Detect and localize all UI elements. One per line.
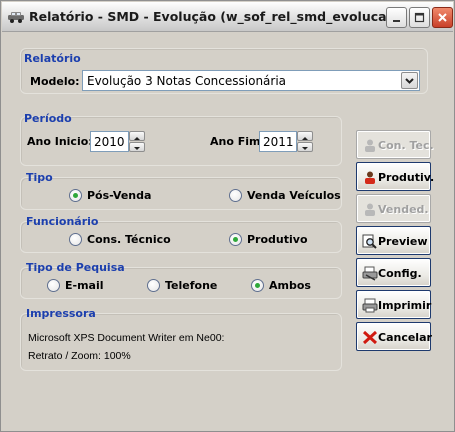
red-x-icon: [362, 330, 378, 345]
ano-fim-value: 2011: [263, 135, 294, 149]
printer-config-icon: [362, 266, 378, 281]
cancelar-button[interactable]: Cancelar: [356, 322, 432, 351]
vended-label: Vended.: [378, 203, 429, 216]
radio-label: E-mail: [65, 279, 104, 292]
arrow-down-icon: [302, 147, 308, 150]
magnifier-icon: [362, 234, 377, 249]
radio-selected-indicator: [229, 233, 242, 246]
produtiv-label: Produtiv.: [378, 171, 435, 184]
title-bar[interactable]: Relatório - SMD - Evolução (w_sof_rel_sm…: [2, 2, 453, 32]
person-icon: [365, 139, 375, 152]
modelo-label: Modelo:: [30, 75, 80, 88]
ano-fim-field[interactable]: 2011: [259, 131, 297, 152]
relatorio-group-title: Relatório: [24, 52, 81, 65]
radio-indicator: [47, 279, 60, 292]
minimize-icon: [393, 20, 400, 22]
window-title: Relatório - SMD - Evolução (w_sof_rel_sm…: [29, 9, 401, 24]
imprimir-label: Imprimir: [378, 299, 432, 312]
produtiv-button[interactable]: Produtiv.: [356, 162, 435, 191]
printer-icon: [362, 298, 378, 313]
ano-inicio-label: Ano Inicio:: [27, 135, 93, 148]
radio-indicator: [147, 279, 160, 292]
minimize-button[interactable]: [386, 7, 407, 28]
preview-label: Preview: [378, 235, 428, 248]
ano-fim-spinner[interactable]: [297, 131, 313, 152]
car-icon: [8, 12, 24, 23]
spin-down-button[interactable]: [129, 142, 145, 152]
periodo-group-title: Período: [24, 112, 72, 125]
ano-inicio-spinner[interactable]: [129, 131, 145, 152]
dropdown-button[interactable]: [401, 72, 418, 89]
preview-button[interactable]: Preview: [356, 226, 431, 255]
con-tec-button[interactable]: Con. Tec.: [356, 130, 434, 159]
config-button[interactable]: Config.: [356, 258, 431, 287]
radio-label: Produtivo: [247, 233, 308, 246]
close-button[interactable]: [432, 7, 453, 28]
con-tec-label: Con. Tec.: [378, 139, 434, 152]
arrow-up-icon: [134, 137, 140, 140]
vended-button[interactable]: Vended.: [356, 194, 431, 223]
chevron-down-icon: [405, 78, 414, 84]
spin-up-button[interactable]: [297, 131, 313, 141]
arrow-up-icon: [302, 137, 308, 140]
person-red-icon: [365, 171, 375, 184]
ano-inicio-field[interactable]: 2010: [90, 131, 129, 152]
ano-fim-label: Ano Fim:: [210, 135, 265, 148]
radio-indicator: [229, 189, 242, 202]
tipo-pesquisa-group-title: Tipo de Pequisa: [26, 261, 125, 274]
person-icon: [365, 203, 375, 216]
radio-label: Pós-Venda: [87, 189, 152, 202]
modelo-combobox[interactable]: Evolução 3 Notas Concessionária: [82, 70, 420, 91]
maximize-button[interactable]: [409, 7, 430, 28]
funcionario-group-title: Funcionário: [26, 215, 99, 228]
radio-selected-indicator: [251, 279, 264, 292]
radio-label: Cons. Técnico: [87, 233, 171, 246]
radio-selected-indicator: [69, 189, 82, 202]
printer-mode: Retrato / Zoom: 100%: [28, 350, 131, 362]
modelo-value: Evolução 3 Notas Concessionária: [87, 74, 287, 88]
close-icon: [438, 13, 447, 22]
client-area: Relatório Modelo: Evolução 3 Notas Conce…: [4, 34, 451, 430]
printer-name: Microsoft XPS Document Writer em Ne00:: [28, 332, 225, 344]
spin-up-button[interactable]: [129, 131, 145, 141]
tipo-group-title: Tipo: [26, 171, 53, 184]
arrow-down-icon: [134, 147, 140, 150]
radio-label: Ambos: [269, 279, 311, 292]
report-window: Relatório - SMD - Evolução (w_sof_rel_sm…: [0, 0, 455, 432]
spin-down-button[interactable]: [297, 142, 313, 152]
maximize-icon: [414, 12, 425, 23]
imprimir-button[interactable]: Imprimir: [356, 290, 431, 319]
radio-label: Venda Veículos: [247, 189, 341, 202]
config-label: Config.: [378, 267, 422, 280]
ano-inicio-value: 2010: [94, 135, 125, 149]
impressora-group-title: Impressora: [26, 307, 96, 320]
radio-indicator: [69, 233, 82, 246]
cancelar-label: Cancelar: [378, 331, 432, 344]
radio-label: Telefone: [165, 279, 218, 292]
